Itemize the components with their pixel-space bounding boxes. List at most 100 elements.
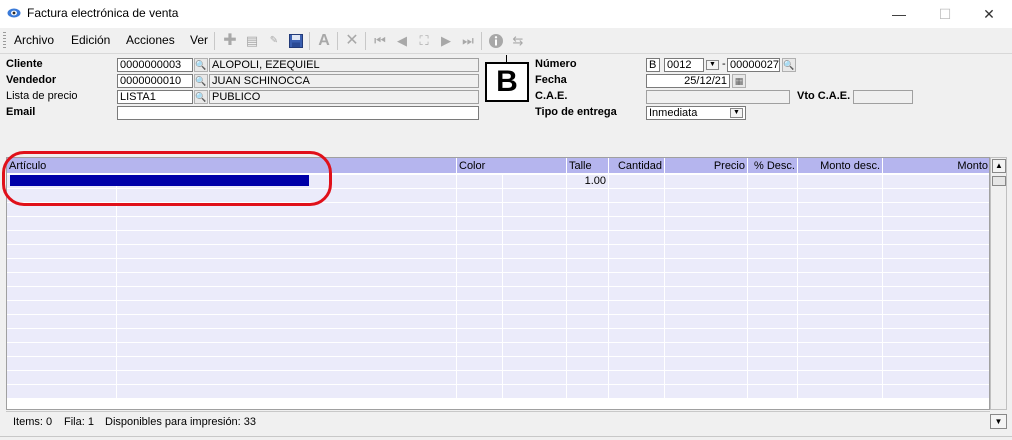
table-cell[interactable] [457,217,503,230]
table-cell[interactable]: 1.00 [567,175,609,188]
table-cell[interactable] [798,217,883,230]
table-cell[interactable] [665,287,748,300]
info-icon[interactable] [487,32,505,50]
table-cell[interactable] [503,315,567,328]
table-cell[interactable] [7,273,117,286]
cliente-code-field[interactable]: 0000000003 [117,58,193,72]
table-cell[interactable] [748,203,798,216]
table-row[interactable] [7,343,989,357]
vendedor-lookup-icon[interactable]: 🔍 [194,74,208,88]
scroll-down-icon[interactable]: ▼ [990,414,1007,429]
table-cell[interactable] [457,245,503,258]
table-cell[interactable] [117,217,457,230]
table-cell[interactable] [503,343,567,356]
table-cell[interactable] [748,231,798,244]
table-cell[interactable] [798,385,883,398]
table-cell[interactable] [567,231,609,244]
table-row[interactable] [7,371,989,385]
table-cell[interactable] [457,385,503,398]
table-cell[interactable] [665,259,748,272]
table-cell[interactable] [7,287,117,300]
table-cell[interactable] [798,259,883,272]
table-cell[interactable] [503,385,567,398]
table-cell[interactable] [798,203,883,216]
numero-letra-field[interactable]: B [646,58,660,72]
vendedor-code-field[interactable]: 0000000010 [117,74,193,88]
table-cell[interactable] [665,371,748,384]
lista-lookup-icon[interactable]: 🔍 [194,90,208,104]
column-precio[interactable]: Precio [665,158,748,174]
table-cell[interactable] [665,175,748,188]
table-cell[interactable] [503,259,567,272]
column-monto-desc[interactable]: Monto desc. [798,158,883,174]
lista-code-field[interactable]: LISTA1 [117,90,193,104]
table-cell[interactable] [503,357,567,370]
table-row[interactable] [7,357,989,371]
table-cell[interactable] [798,343,883,356]
table-cell[interactable] [117,315,457,328]
table-cell[interactable] [503,273,567,286]
column-cantidad[interactable]: Cantidad [609,158,665,174]
table-row[interactable] [7,273,989,287]
table-cell[interactable] [748,245,798,258]
table-cell[interactable] [883,301,989,314]
table-cell[interactable] [665,357,748,370]
table-cell[interactable] [567,189,609,202]
table-cell[interactable] [609,343,665,356]
table-cell[interactable] [609,189,665,202]
table-cell[interactable] [883,371,989,384]
numero-nro-field[interactable]: 00000027 [727,58,780,72]
table-cell[interactable] [503,175,567,188]
numero-lookup-icon[interactable]: 🔍 [782,58,796,72]
table-cell[interactable] [503,301,567,314]
table-cell[interactable] [798,189,883,202]
table-cell[interactable] [609,231,665,244]
table-cell[interactable] [798,273,883,286]
last-icon[interactable]: ⏭ [459,32,477,50]
table-row[interactable] [7,385,989,399]
table-cell[interactable] [7,315,117,328]
table-cell[interactable] [117,385,457,398]
table-cell[interactable] [883,343,989,356]
table-cell[interactable] [883,203,989,216]
column-desc[interactable]: % Desc. [748,158,798,174]
first-icon[interactable]: ⏮ [371,32,389,50]
table-cell[interactable] [457,343,503,356]
table-cell[interactable] [609,329,665,342]
table-cell[interactable] [665,245,748,258]
menu-acciones[interactable]: Acciones [126,33,175,47]
table-cell[interactable] [567,287,609,300]
cliente-lookup-icon[interactable]: 🔍 [194,58,208,72]
table-cell[interactable] [117,245,457,258]
table-cell[interactable] [748,315,798,328]
table-cell[interactable] [883,231,989,244]
table-cell[interactable] [457,301,503,314]
table-row[interactable] [7,301,989,315]
table-cell[interactable] [567,371,609,384]
table-cell[interactable] [665,217,748,230]
table-cell[interactable] [665,301,748,314]
table-cell[interactable] [457,357,503,370]
table-cell[interactable] [609,371,665,384]
table-cell[interactable] [503,217,567,230]
table-cell[interactable] [798,329,883,342]
table-cell[interactable] [7,259,117,272]
table-cell[interactable] [798,371,883,384]
table-cell[interactable] [567,301,609,314]
table-cell[interactable] [457,231,503,244]
table-cell[interactable] [665,329,748,342]
table-cell[interactable] [609,315,665,328]
table-cell[interactable] [609,175,665,188]
table-cell[interactable] [883,329,989,342]
table-cell[interactable] [609,259,665,272]
table-cell[interactable] [883,175,989,188]
table-cell[interactable] [609,203,665,216]
table-cell[interactable] [748,343,798,356]
table-cell[interactable] [567,203,609,216]
toolbar-grip[interactable] [3,32,6,50]
table-cell[interactable] [798,245,883,258]
table-cell[interactable] [117,259,457,272]
table-cell[interactable] [798,301,883,314]
table-cell[interactable] [798,315,883,328]
table-cell[interactable] [503,287,567,300]
